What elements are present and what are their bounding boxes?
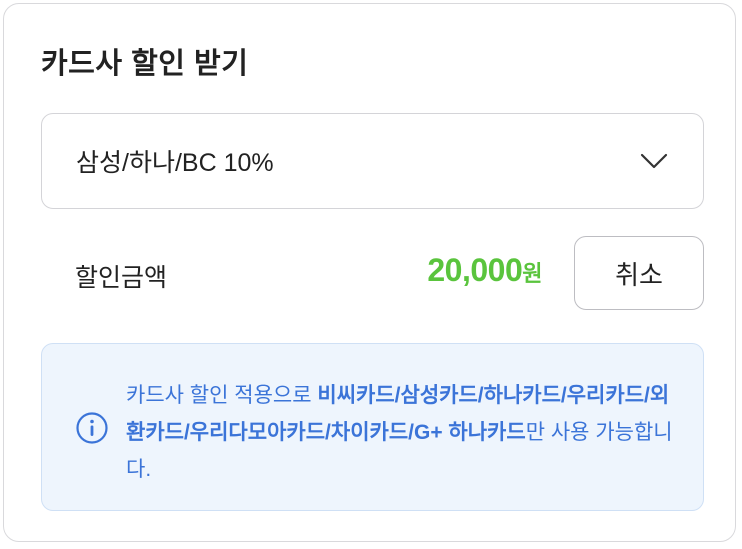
notice-box: 카드사 할인 적용으로 비씨카드/삼성카드/하나카드/우리카드/외환카드/우리다… xyxy=(41,343,704,511)
card-discount-panel: 카드사 할인 받기 삼성/하나/BC 10% 할인금액 20,000원 취소 카… xyxy=(3,3,736,542)
discount-amount-unit: 원 xyxy=(522,261,542,286)
discount-amount-value: 20,000원 xyxy=(427,252,542,289)
discount-amount-label: 할인금액 xyxy=(75,264,168,292)
discount-amount-number: 20,000 xyxy=(427,252,523,288)
discount-amount-row: 할인금액 20,000원 취소 xyxy=(41,236,704,310)
select-value: 삼성/하나/BC 10% xyxy=(76,149,274,177)
notice-text: 카드사 할인 적용으로 비씨카드/삼성카드/하나카드/우리카드/외환카드/우리다… xyxy=(126,377,676,488)
panel-title: 카드사 할인 받기 xyxy=(41,48,249,80)
card-discount-select[interactable]: 삼성/하나/BC 10% xyxy=(41,113,704,209)
cancel-button[interactable]: 취소 xyxy=(574,236,704,310)
chevron-down-icon xyxy=(639,151,669,171)
info-icon xyxy=(75,411,109,445)
notice-prefix: 카드사 할인 적용으로 xyxy=(126,384,318,407)
